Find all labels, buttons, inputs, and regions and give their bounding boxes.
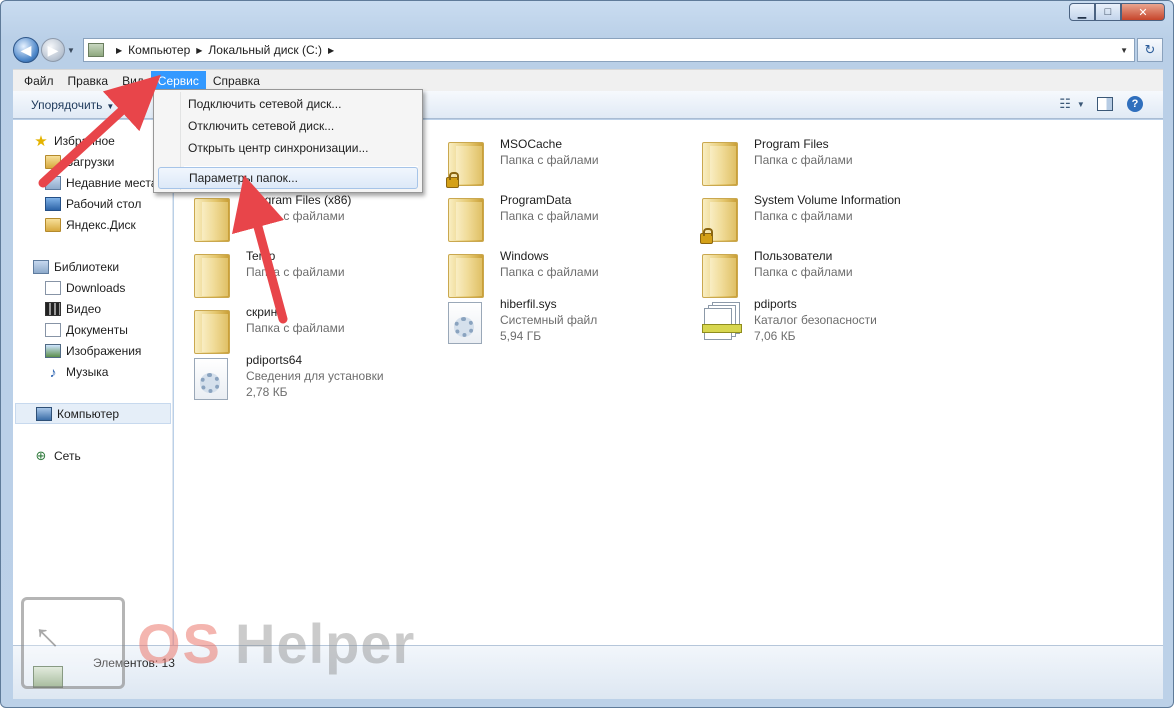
watermark-helper: Helper <box>235 612 416 675</box>
arrow-to-tools-menu <box>38 74 161 188</box>
arrow-to-folder-options <box>232 174 288 324</box>
cursor-arrow-icon: ↑ <box>23 613 69 659</box>
cursor-logo-box: ↑ <box>21 597 125 689</box>
explorer-window: ▁ □ ✕ ◀ ▶ ▼ ▶ Компьютер ▶ Локальный диск… <box>0 0 1174 708</box>
watermark-logo: ↑ OS Helper <box>21 597 441 693</box>
watermark-os: OS <box>137 612 222 675</box>
